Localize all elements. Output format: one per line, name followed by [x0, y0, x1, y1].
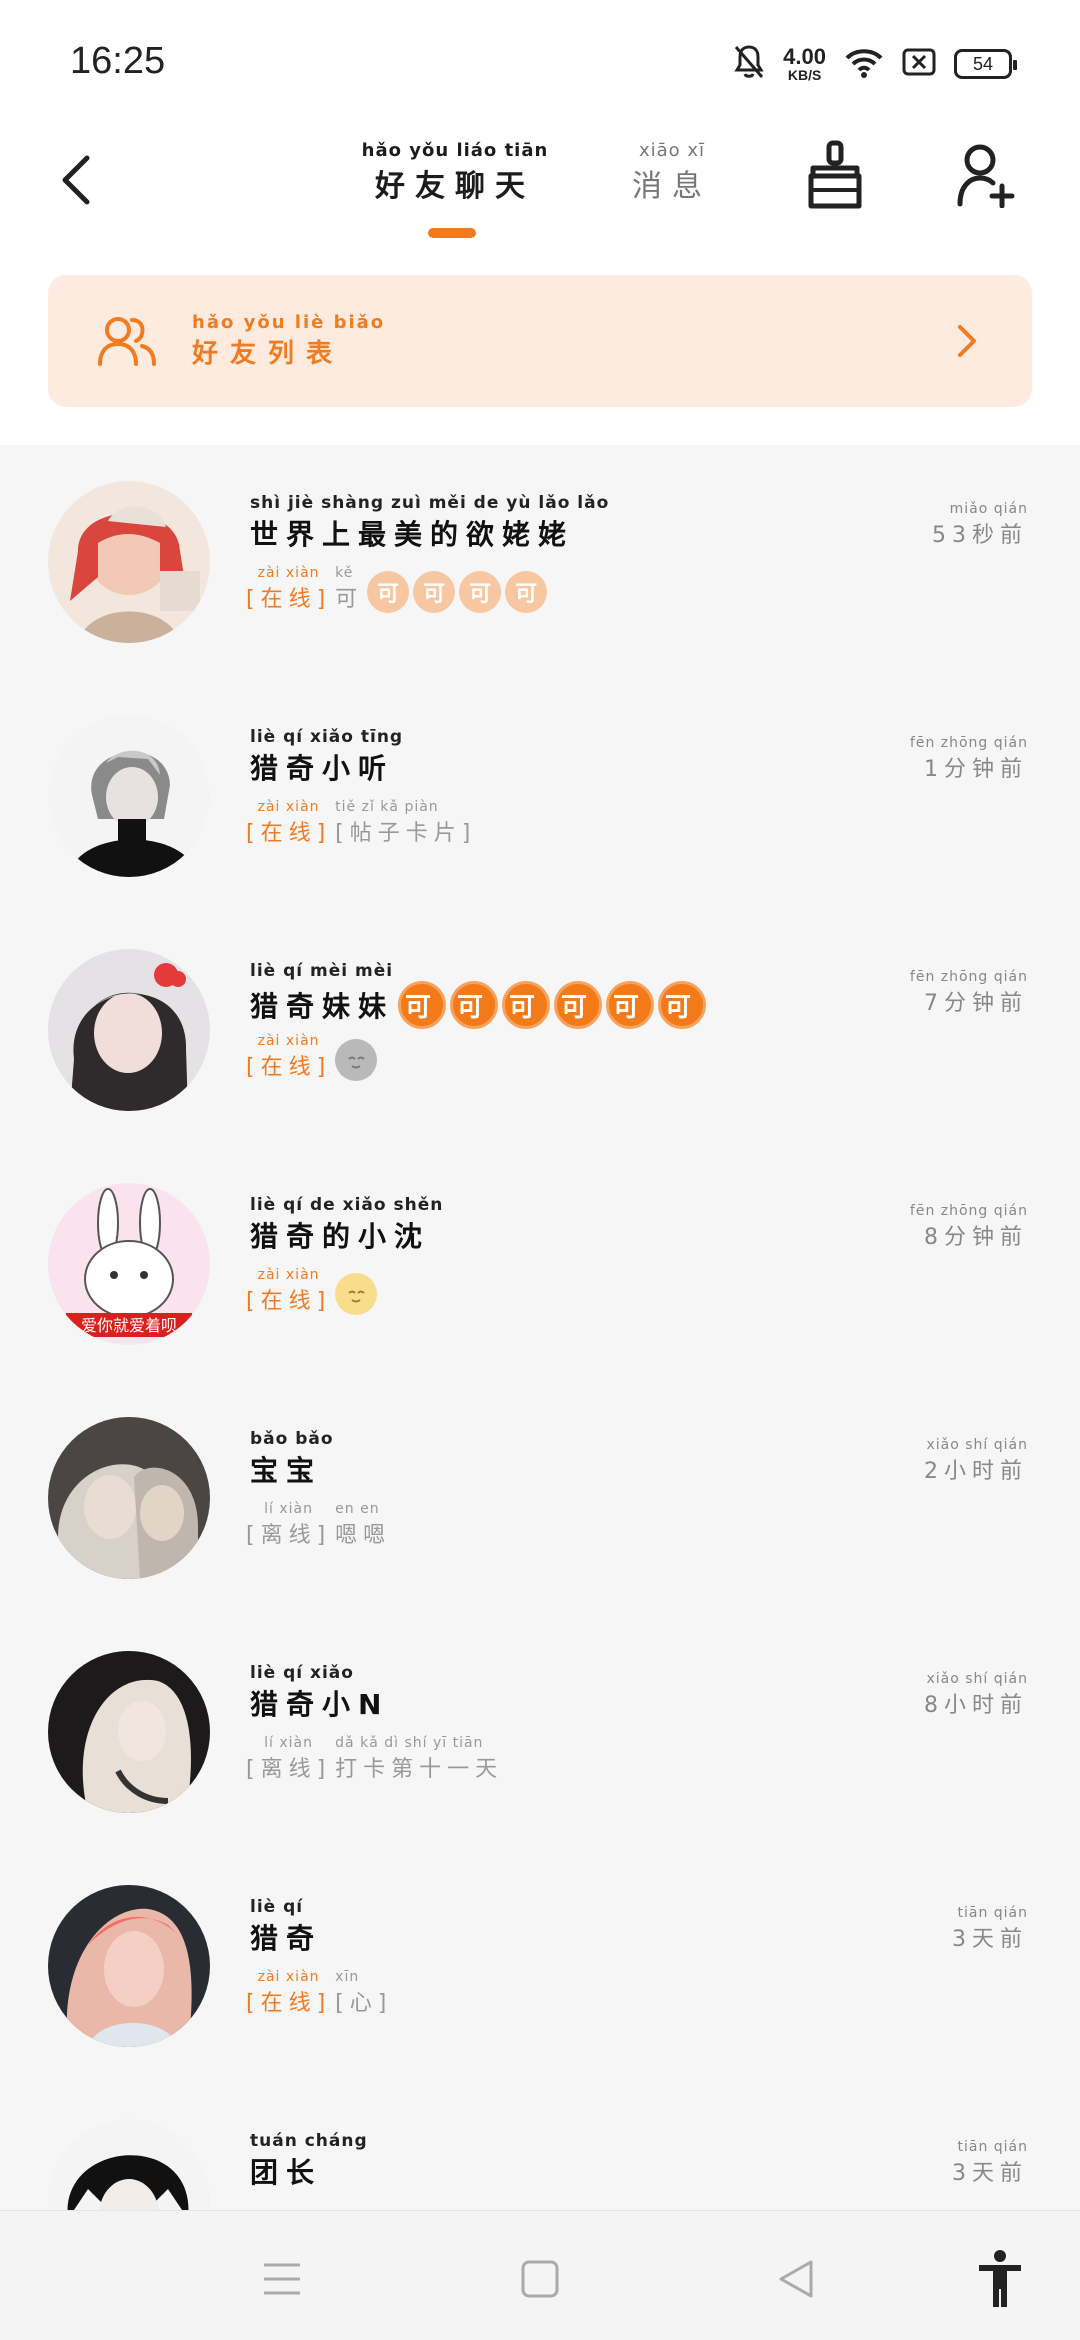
menu-button[interactable]	[254, 2251, 310, 2307]
friend-status: zài xiàn [在线] xīn [心]	[246, 1969, 393, 2016]
avatar[interactable]	[48, 949, 210, 1111]
tab-messages[interactable]: xiāo xī 消息	[622, 140, 722, 205]
message-time: fēn zhōng qián 8分钟前	[909, 1203, 1028, 1250]
friend-name: liè qí xiǎo 猎奇小N	[250, 1663, 390, 1721]
list-item[interactable]: bǎo bǎo 宝宝 lí xiàn [离线] en en 嗯嗯 xiǎo shí …	[0, 1381, 1080, 1615]
yellow-moon-emoji	[335, 1273, 378, 1315]
list-item[interactable]: liè qí mèi mèi 猎奇妹妹 可 可 可 可 可 可 zài xiàn…	[0, 913, 1080, 1147]
friend-status: lí xiàn [离线] en en 嗯嗯	[246, 1501, 392, 1548]
ke-badge: 可	[502, 981, 551, 1029]
add-friend-button[interactable]	[950, 130, 1024, 220]
network-speed: 4.00 KB/S	[783, 44, 826, 83]
friend-list-label: hǎo yǒu liè biǎo 好友列表	[192, 312, 386, 369]
bell-off-icon	[733, 44, 765, 84]
friend-name: liè qí xiǎo tīng 猎奇小听	[250, 727, 404, 785]
ke-badge: 可	[413, 571, 456, 613]
sim-disabled-icon	[902, 48, 936, 80]
tab-friend-chat[interactable]: hǎo yǒu liáo tiān 好友聊天	[360, 140, 550, 205]
friend-name: liè qí 猎奇	[250, 1897, 323, 1955]
broom-icon	[808, 140, 862, 209]
top-area: 16:25 4.00 KB/S 54 hǎo yǒu liáo tiān 好友聊…	[0, 0, 1080, 445]
avatar[interactable]	[48, 2119, 210, 2210]
friend-status: zài xiàn [在线]	[246, 1267, 378, 1315]
ke-badge: 可	[459, 571, 502, 613]
wifi-icon	[844, 46, 884, 82]
avatar[interactable]	[48, 1417, 210, 1579]
menu-icon	[264, 2263, 300, 2295]
message-time: tiān qián 3天前	[952, 2139, 1028, 2186]
avatar[interactable]	[48, 1651, 210, 1813]
chevron-left-icon	[62, 155, 90, 205]
back-triangle-icon	[779, 2260, 813, 2298]
home-button[interactable]	[512, 2251, 568, 2307]
active-tab-indicator	[428, 228, 476, 238]
ke-badge: 可	[367, 571, 410, 613]
message-time: xiǎo shí qián 2小时前	[924, 1437, 1028, 1484]
clean-button[interactable]	[798, 130, 872, 220]
avatar[interactable]: 爱你就爱着呗	[48, 1183, 210, 1345]
ke-badge: 可	[554, 981, 603, 1029]
ke-badge: 可	[505, 571, 548, 613]
header: hǎo yǒu liáo tiān 好友聊天 xiāo xī 消息	[0, 130, 1080, 260]
friend-name: shì jiè shàng zuì měi de yù lǎo lǎo 世界上最…	[250, 493, 610, 551]
chat-list: shì jiè shàng zuì měi de yù lǎo lǎo 世界上最…	[0, 445, 1080, 2210]
back-button[interactable]	[46, 140, 106, 220]
svg-text:爱你就爱着呗: 爱你就爱着呗	[81, 1316, 177, 1335]
friend-name: liè qí mèi mèi 猎奇妹妹 可 可 可 可 可 可	[250, 961, 707, 1029]
list-item[interactable]: 爱你就爱着呗 liè qí de xiǎo shěn 猎奇的小沈 zài xià…	[0, 1147, 1080, 1381]
avatar[interactable]	[48, 715, 210, 877]
message-time: fēn zhōng qián 7分钟前	[909, 969, 1028, 1016]
system-nav-bar	[0, 2210, 1080, 2340]
add-user-icon	[957, 144, 1015, 208]
list-item[interactable]: liè qí xiǎo tīng 猎奇小听 zài xiàn [在线] tiě z…	[0, 679, 1080, 913]
status-bar: 16:25 4.00 KB/S 54	[0, 0, 1080, 130]
friend-name: liè qí de xiǎo shěn 猎奇的小沈	[250, 1195, 444, 1253]
avatar[interactable]	[48, 481, 210, 643]
message-time: miǎo qián 53秒前	[932, 501, 1028, 548]
message-time: xiǎo shí qián 8小时前	[924, 1671, 1028, 1718]
grey-moon-emoji	[335, 1039, 378, 1081]
list-item[interactable]: liè qí 猎奇 zài xiàn [在线] xīn [心] tiān qián …	[0, 1849, 1080, 2083]
friend-status: zài xiàn [在线]	[246, 1033, 378, 1081]
ke-badge: 可	[450, 981, 499, 1029]
accessibility-button[interactable]	[972, 2250, 1028, 2307]
back-nav-button[interactable]	[768, 2251, 824, 2307]
friend-list-entry[interactable]: hǎo yǒu liè biǎo 好友列表	[48, 275, 1032, 407]
home-square-icon	[521, 2260, 559, 2298]
friend-name: bǎo bǎo 宝宝	[250, 1429, 334, 1487]
accessibility-icon	[979, 2250, 1021, 2307]
ke-badge: 可	[398, 981, 447, 1029]
message-time: tiān qián 3天前	[952, 1905, 1028, 1952]
avatar[interactable]	[48, 1885, 210, 2047]
chevron-right-icon	[958, 325, 976, 357]
ke-badge: 可	[606, 981, 655, 1029]
status-time: 16:25	[70, 40, 166, 82]
status-icons: 4.00 KB/S 54	[733, 44, 1017, 84]
message-time: fēn zhōng qián 1分钟前	[909, 735, 1028, 782]
battery-icon: 54	[954, 49, 1017, 79]
friends-icon	[98, 317, 156, 366]
list-item[interactable]: tuán cháng 团长 tiān qián 3天前	[0, 2083, 1080, 2210]
list-item[interactable]: shì jiè shàng zuì měi de yù lǎo lǎo 世界上最…	[0, 445, 1080, 679]
ke-badge: 可	[658, 981, 707, 1029]
friend-status: lí xiàn [离线] dǎ kǎ dì shí yī tiān 打卡第十一天	[246, 1735, 504, 1782]
friend-name: tuán cháng 团长	[250, 2131, 368, 2189]
friend-status: zài xiàn [在线] tiě zǐ kǎ piàn [帖子卡片]	[246, 799, 477, 846]
friend-status: zài xiàn [在线] kě 可 可 可 可 可	[246, 565, 548, 613]
list-item[interactable]: liè qí xiǎo 猎奇小N lí xiàn [离线] dǎ kǎ dì sh…	[0, 1615, 1080, 1849]
